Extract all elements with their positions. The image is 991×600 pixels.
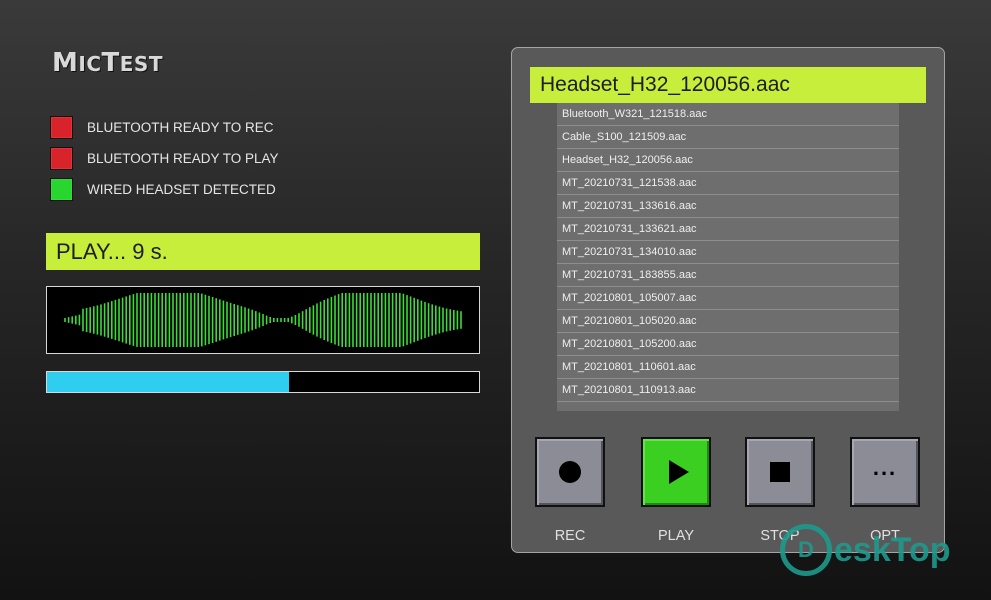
more-options-icon: ... [872,455,898,480]
file-list-item[interactable]: MT_20210731_183855.aac [557,264,899,287]
status-indicator [50,147,73,170]
status-indicator [50,178,73,201]
file-list-item[interactable]: MT_20210731_133616.aac [557,195,899,218]
file-list-item[interactable]: MT_20210731_134010.aac [557,241,899,264]
progress-fill [47,372,289,392]
waveform-graph [64,293,462,347]
file-list-item[interactable]: MT_20210801_110601.aac [557,356,899,379]
stop-icon [770,462,790,482]
file-list-item[interactable]: Headset_H32_120056.aac [557,149,899,172]
waveform-display [46,286,480,354]
play-button[interactable] [641,437,711,507]
current-file-name: Headset_H32_120056.aac [540,73,790,96]
status-label: BLUETOOTH READY TO PLAY [87,151,279,166]
play-status-text: PLAY... 9 s. [56,238,168,264]
status-wired-headset: WIRED HEADSET DETECTED [50,174,279,205]
file-list-item[interactable]: MT_20210731_121538.aac [557,172,899,195]
app-title: MICTEST [52,48,163,78]
rec-label: REC [554,528,586,544]
file-list-item[interactable]: Bluetooth_W321_121518.aac [557,103,899,126]
file-list[interactable]: Bluetooth_W321_121518.aac Cable_S100_1215… [557,103,899,411]
file-list-item[interactable]: Cable_S100_121509.aac [557,126,899,149]
file-list-item[interactable]: MT_20210801_105007.aac [557,287,899,310]
status-bluetooth-play: BLUETOOTH READY TO PLAY [50,143,279,174]
file-list-item[interactable]: MT_20210731_133621.aac [557,218,899,241]
playback-progress-bar[interactable] [46,371,480,393]
status-label: WIRED HEADSET DETECTED [87,182,276,197]
status-list: BLUETOOTH READY TO REC BLUETOOTH READY T… [50,112,279,205]
play-icon [668,460,689,484]
options-button[interactable]: ... [850,437,920,507]
watermark: D eskTop [780,522,951,578]
file-list-item[interactable]: MT_20210801_110913.aac [557,379,899,402]
stop-button[interactable] [745,437,815,507]
rec-button[interactable] [535,437,605,507]
watermark-text: eskTop [834,530,951,569]
record-icon [559,461,581,483]
file-list-item[interactable]: MT_20210801_105200.aac [557,333,899,356]
status-bluetooth-rec: BLUETOOTH READY TO REC [50,112,279,143]
play-status-bar: PLAY... 9 s. [46,233,480,270]
current-file-display: Headset_H32_120056.aac [530,67,926,103]
file-list-item[interactable]: MT_20210801_105020.aac [557,310,899,333]
watermark-logo-icon: D [780,524,832,576]
status-label: BLUETOOTH READY TO REC [87,120,274,135]
play-label: PLAY [657,528,694,544]
status-indicator [50,116,73,139]
